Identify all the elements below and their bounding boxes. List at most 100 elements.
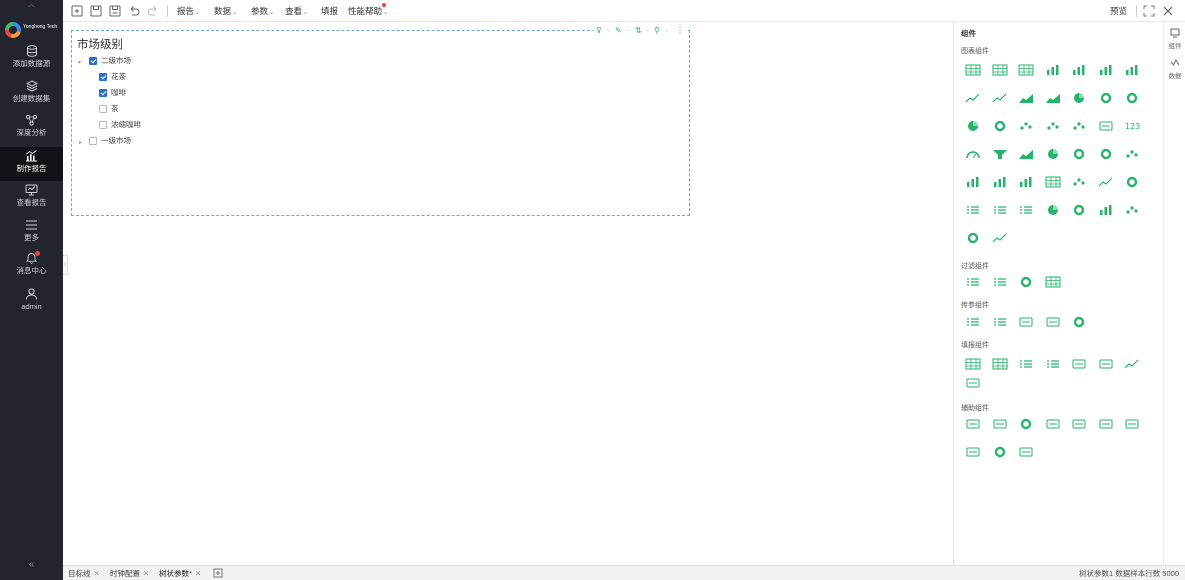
menu-report[interactable]: 报告⌄ bbox=[177, 5, 200, 19]
list-component-icon[interactable] bbox=[1018, 358, 1034, 370]
table-component-icon[interactable] bbox=[1018, 64, 1034, 76]
gauge-component-icon[interactable] bbox=[965, 148, 981, 160]
menu-fill-report[interactable]: 填报 bbox=[321, 5, 338, 17]
funnel-component-icon[interactable] bbox=[992, 148, 1008, 160]
box-component-icon[interactable] bbox=[1098, 418, 1114, 430]
table-component-icon[interactable] bbox=[965, 64, 981, 76]
undo-icon[interactable] bbox=[127, 4, 141, 18]
area-component-icon[interactable] bbox=[1018, 92, 1034, 104]
dots-component-icon[interactable] bbox=[1018, 120, 1034, 132]
table-component-icon[interactable] bbox=[1045, 276, 1061, 288]
tree-parameter-widget[interactable] bbox=[71, 30, 690, 216]
filter-icon[interactable]: ⊽ bbox=[596, 25, 602, 37]
ring-component-icon[interactable] bbox=[1098, 148, 1114, 160]
nav-item-user[interactable]: admin bbox=[0, 288, 63, 322]
new-report-icon[interactable] bbox=[70, 4, 84, 18]
table-component-icon[interactable] bbox=[1045, 176, 1061, 188]
sheet-tab[interactable]: 时钟配置 ✕ bbox=[110, 568, 149, 579]
ring-component-icon[interactable] bbox=[1071, 204, 1087, 216]
dots-component-icon[interactable] bbox=[1045, 120, 1061, 132]
fullscreen-icon[interactable] bbox=[1143, 5, 1155, 17]
list-component-icon[interactable] bbox=[992, 204, 1008, 216]
nav-item-add-datasource[interactable]: 添加数据源 bbox=[0, 45, 63, 79]
sheet-tab[interactable]: 目标线 ✕ bbox=[68, 568, 100, 579]
bars-component-icon[interactable] bbox=[1071, 64, 1087, 76]
box-component-icon[interactable] bbox=[1124, 418, 1140, 430]
table-component-icon[interactable] bbox=[992, 358, 1008, 370]
nav-item-view-report[interactable]: 查看报告 bbox=[0, 184, 63, 218]
box-component-icon[interactable] bbox=[1045, 418, 1061, 430]
nav-item-deep-analysis[interactable]: 深度分析 bbox=[0, 114, 63, 148]
sort-icon[interactable]: ⇅ bbox=[635, 25, 642, 37]
bars-component-icon[interactable] bbox=[1124, 64, 1140, 76]
sheet-tab-active[interactable]: 树状参数* ✕ bbox=[159, 568, 201, 579]
area-component-icon[interactable] bbox=[1018, 148, 1034, 160]
expand-arrow-icon[interactable]: ▸ bbox=[79, 137, 82, 149]
bars-component-icon[interactable] bbox=[1018, 176, 1034, 188]
list-component-icon[interactable] bbox=[992, 276, 1008, 288]
bars-component-icon[interactable] bbox=[1045, 64, 1061, 76]
line-component-icon[interactable] bbox=[965, 92, 981, 104]
bars-component-icon[interactable] bbox=[1098, 204, 1114, 216]
list-component-icon[interactable] bbox=[992, 316, 1008, 328]
table-component-icon[interactable] bbox=[965, 358, 981, 370]
pie-component-icon[interactable] bbox=[965, 120, 981, 132]
nav-item-create-dataset[interactable]: 创建数据集 bbox=[0, 80, 63, 114]
menu-parameters[interactable]: 参数⌄ bbox=[251, 5, 274, 19]
tab-components[interactable]: 组件 bbox=[1164, 28, 1185, 50]
bars-component-icon[interactable] bbox=[1098, 64, 1114, 76]
pie-component-icon[interactable] bbox=[1045, 204, 1061, 216]
num-component-icon[interactable]: 123 bbox=[1124, 120, 1140, 132]
box-component-icon[interactable] bbox=[1071, 358, 1087, 370]
close-icon[interactable]: ✕ bbox=[195, 569, 201, 578]
menu-view[interactable]: 查看⌄ bbox=[285, 5, 308, 19]
nav-item-more[interactable]: 更多 bbox=[0, 219, 63, 253]
ring-component-icon[interactable] bbox=[1098, 92, 1114, 104]
list-component-icon[interactable] bbox=[965, 316, 981, 328]
list-component-icon[interactable] bbox=[965, 204, 981, 216]
box-component-icon[interactable] bbox=[965, 446, 981, 458]
redo-icon[interactable] bbox=[146, 4, 160, 18]
edit-icon[interactable]: ✎ bbox=[615, 25, 622, 37]
list-component-icon[interactable] bbox=[965, 276, 981, 288]
box-component-icon[interactable] bbox=[1018, 446, 1034, 458]
close-icon[interactable] bbox=[1162, 5, 1174, 17]
search-icon[interactable]: ⚲ bbox=[654, 25, 660, 37]
line-component-icon[interactable] bbox=[1098, 176, 1114, 188]
line-component-icon[interactable] bbox=[992, 232, 1008, 244]
ring-component-icon[interactable] bbox=[1124, 92, 1140, 104]
ring-component-icon[interactable] bbox=[1018, 418, 1034, 430]
ring-component-icon[interactable] bbox=[1071, 316, 1087, 328]
box-component-icon[interactable] bbox=[965, 418, 981, 430]
list-component-icon[interactable] bbox=[1018, 204, 1034, 216]
save-icon[interactable] bbox=[89, 4, 103, 18]
box-component-icon[interactable] bbox=[992, 418, 1008, 430]
menu-performance-help[interactable]: 性能帮助⌄ bbox=[348, 3, 388, 19]
dots-component-icon[interactable] bbox=[1124, 148, 1140, 160]
line-component-icon[interactable] bbox=[1124, 358, 1140, 370]
checkbox[interactable] bbox=[99, 105, 107, 113]
list-component-icon[interactable] bbox=[1045, 358, 1061, 370]
menu-data[interactable]: 数据⌄ bbox=[214, 5, 237, 19]
checkbox[interactable] bbox=[99, 121, 107, 129]
dots-component-icon[interactable] bbox=[1124, 204, 1140, 216]
close-icon[interactable]: ✕ bbox=[143, 569, 149, 578]
close-icon[interactable]: ✕ bbox=[94, 569, 100, 578]
nav-item-make-report[interactable]: 制作报告 bbox=[0, 147, 63, 181]
expand-handle-icon[interactable]: › bbox=[63, 255, 68, 275]
bars-component-icon[interactable] bbox=[965, 176, 981, 188]
checkbox[interactable] bbox=[89, 57, 97, 65]
add-sheet-icon[interactable] bbox=[213, 568, 223, 578]
pie-component-icon[interactable] bbox=[1071, 92, 1087, 104]
ring-component-icon[interactable] bbox=[992, 446, 1008, 458]
ring-component-icon[interactable] bbox=[1124, 176, 1140, 188]
more-vertical-icon[interactable]: ⋮ bbox=[676, 25, 684, 37]
bars-component-icon[interactable] bbox=[992, 176, 1008, 188]
checkbox[interactable] bbox=[99, 89, 107, 97]
ring-component-icon[interactable] bbox=[1071, 148, 1087, 160]
tab-data[interactable]: 数据 bbox=[1164, 58, 1185, 80]
ring-component-icon[interactable] bbox=[1018, 276, 1034, 288]
ring-component-icon[interactable] bbox=[992, 120, 1008, 132]
ring-component-icon[interactable] bbox=[965, 232, 981, 244]
box-component-icon[interactable] bbox=[965, 377, 981, 389]
